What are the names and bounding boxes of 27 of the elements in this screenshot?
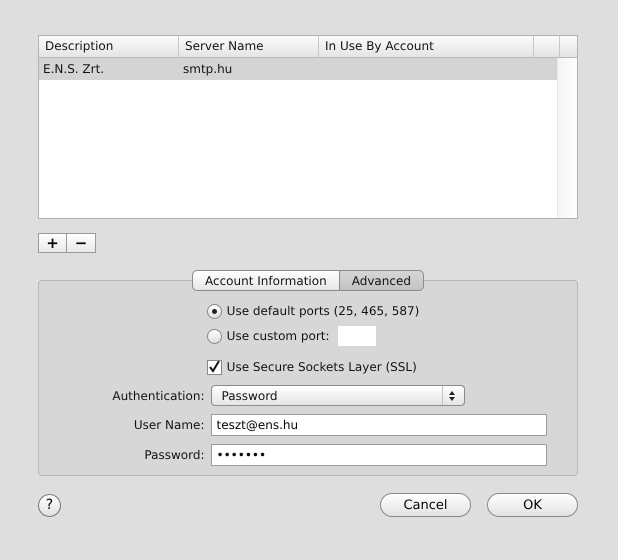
password-field[interactable]: ••••••• [210,444,546,466]
tab[interactable]: Advanced [338,270,424,291]
help-button[interactable]: ? [38,494,61,516]
column-header[interactable]: In Use By Account [319,36,534,57]
table-cell-text: smtp.hu [182,61,234,78]
field-label: Authentication: [111,388,204,402]
ok-button[interactable]: OK [487,493,578,517]
checkbox-label[interactable]: Use Secure Sockets Layer (SSL) [226,360,417,374]
cancel-button[interactable]: Cancel [380,493,471,517]
radio-label[interactable]: Use default ports (25, 465, 587) [226,304,420,318]
field-label: Password: [143,448,204,462]
table-row[interactable]: E.N.S. Zrt. smtp.hu [39,58,557,80]
column-header[interactable]: Server Name [179,36,319,57]
port-field[interactable] [338,326,376,346]
field-label: User Name: [132,418,204,432]
radio-button[interactable] [206,304,222,318]
user-name-field[interactable]: teszt@ens.hu [210,414,546,436]
tab[interactable]: Account Information [192,270,339,291]
radio-button[interactable] [206,328,222,344]
add-button[interactable]: + [38,233,67,253]
table-cell-text: E.N.S. Zrt. [42,61,106,78]
column-header[interactable]: Description [39,36,179,57]
stepper-arrows-icon [442,386,456,405]
remove-button[interactable]: − [67,233,96,253]
radio-label[interactable]: Use custom port: [226,329,330,343]
authentication-popup[interactable]: Password [210,385,464,406]
checkbox[interactable] [206,360,222,374]
